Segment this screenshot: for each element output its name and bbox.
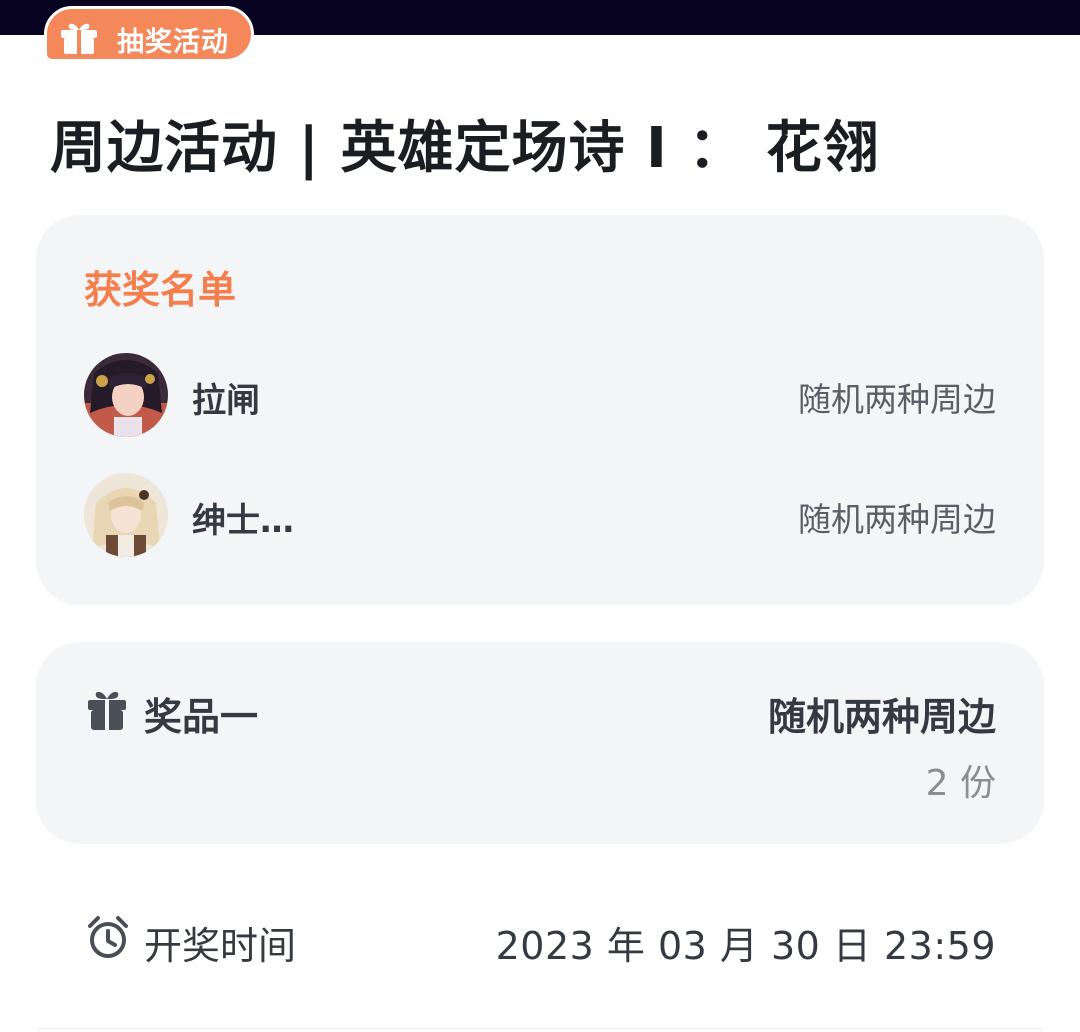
alarm-clock-icon [88,916,128,958]
winners-card: 获奖名单 拉闸 随机两种周边 绅士… 随机两种周边 [36,215,1044,605]
winner-name: 绅士… [192,501,294,541]
draw-time-value: 2023 年 03 月 30 日 23:59 [495,924,996,968]
gift-icon [88,691,126,730]
lottery-badge: 抽奖活动 [44,6,254,62]
avatar[interactable] [84,473,168,557]
winner-row[interactable]: 绅士… 随机两种周边 [84,473,996,557]
page-title: 周边活动 | 英雄定场诗 Ⅰ ： 花翎 [50,116,880,181]
winner-row[interactable]: 拉闸 随机两种周边 [84,353,996,437]
gift-icon [61,23,97,54]
lottery-badge-label: 抽奖活动 [117,27,229,58]
prize-card: 奖品一 随机两种周边 2 份 [36,642,1044,844]
winner-prize: 随机两种周边 [798,500,996,539]
winners-heading: 获奖名单 [84,268,237,312]
prize-label: 奖品一 [144,695,259,739]
draw-time-row: 开奖时间 2023 年 03 月 30 日 23:59 [86,912,996,968]
avatar[interactable] [84,353,168,437]
winner-prize: 随机两种周边 [798,380,996,419]
divider [36,1028,1044,1029]
draw-time-label: 开奖时间 [144,924,297,968]
winner-name: 拉闸 [192,381,260,421]
prize-quantity: 2 份 [925,763,996,804]
prize-name: 随机两种周边 [767,695,996,739]
